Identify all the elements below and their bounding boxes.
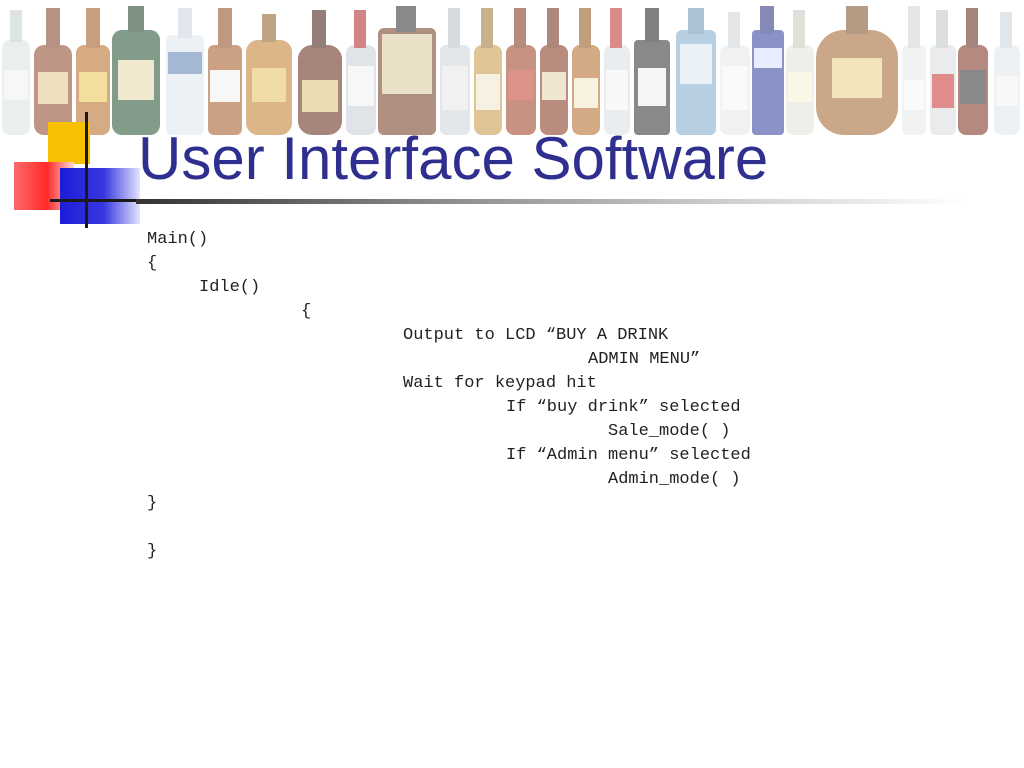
bottle-23: [902, 6, 926, 135]
bottle-18: [676, 8, 716, 135]
logo-blue-square: [60, 168, 140, 224]
code-line: ADMIN MENU”: [588, 350, 701, 369]
code-line: Sale_mode( ): [608, 422, 731, 441]
code-line: {: [147, 254, 158, 273]
title-underline-rule: [136, 199, 966, 204]
bottle-12: [474, 8, 502, 135]
logo-yellow-square: [48, 122, 90, 164]
code-line: Wait for keypad hit: [403, 374, 597, 393]
bottle-24: [930, 10, 956, 135]
bottle-22: [816, 6, 898, 135]
code-line: {: [301, 302, 312, 321]
bottle-10: [378, 6, 436, 135]
bottle-20: [752, 6, 784, 135]
bottle-5: [166, 8, 204, 135]
bottle-26: [994, 12, 1020, 135]
bottle-19: [720, 12, 750, 135]
bottle-4: [112, 6, 160, 135]
bottle-3: [76, 8, 110, 135]
slide-title: User Interface Software: [138, 125, 769, 192]
bottle-16: [604, 8, 630, 135]
bottle-11: [440, 8, 470, 135]
code-line: Output to LCD “BUY A DRINK: [403, 326, 669, 345]
bottle-14: [540, 8, 568, 135]
bottle-2: [34, 8, 72, 135]
bottle-13: [506, 8, 536, 135]
bottle-9: [346, 10, 376, 135]
code-line: Admin_mode( ): [608, 470, 741, 489]
bottle-21: [786, 10, 814, 135]
bottle-1: [2, 10, 30, 135]
bottle-15: [572, 8, 600, 135]
code-line: If “Admin menu” selected: [506, 446, 751, 465]
logo-vertical-line: [85, 112, 88, 228]
bottle-6: [208, 8, 242, 135]
logo-horizontal-line: [50, 199, 142, 202]
code-line: }: [147, 542, 158, 561]
code-line: Idle(): [199, 278, 261, 297]
liquor-bottles-banner: [2, 6, 1020, 135]
code-line: Main(): [147, 230, 209, 249]
bottle-8: [298, 10, 342, 135]
bottle-17: [634, 8, 670, 135]
bottle-25: [958, 8, 988, 135]
bottle-7: [246, 14, 292, 135]
code-line: }: [147, 494, 158, 513]
code-line: If “buy drink” selected: [506, 398, 741, 417]
